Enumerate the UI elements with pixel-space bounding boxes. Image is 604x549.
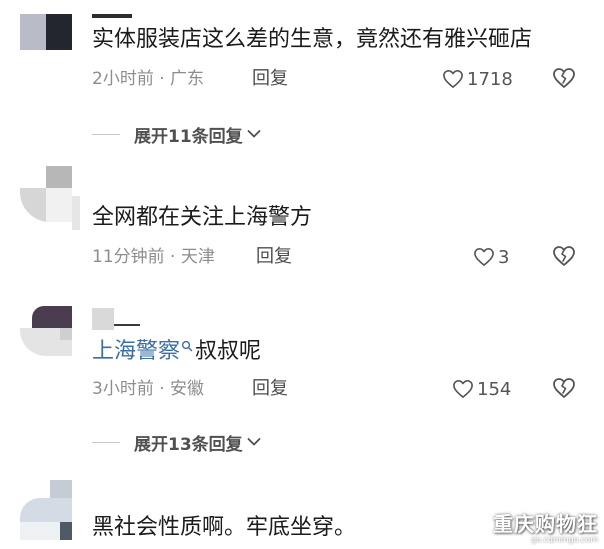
reply-button[interactable]: 回复 bbox=[256, 246, 292, 268]
like-button[interactable]: 3 bbox=[473, 244, 509, 270]
chevron-down-icon bbox=[247, 130, 261, 138]
like-count: 1718 bbox=[467, 68, 513, 90]
comment-text: 全网都在关注上海警方 bbox=[92, 205, 313, 230]
expand-divider bbox=[92, 133, 120, 135]
like-button[interactable]: 1718 bbox=[442, 66, 513, 92]
comment-item: 实体服装店这么差的生意，竟然还有雅兴砸店 2小时前 · 广东 回复 1718 展… bbox=[0, 0, 604, 160]
heart-outline-icon bbox=[443, 70, 463, 88]
dislike-button[interactable] bbox=[552, 67, 576, 91]
comment-meta: 2小时前 · 广东 bbox=[92, 69, 205, 89]
expand-replies-label: 展开13条回复 bbox=[134, 434, 243, 455]
mention-link[interactable]: 上海警察 bbox=[92, 339, 180, 364]
avatar[interactable] bbox=[20, 14, 72, 50]
comment-text: 黑社会性质啊。牢底坐穿。 bbox=[92, 515, 357, 540]
username-blurred[interactable] bbox=[92, 8, 132, 24]
watermark: 重庆购物狂 go.cqmmgo.com bbox=[493, 513, 598, 545]
broken-heart-icon bbox=[553, 378, 575, 398]
comment-meta: 11分钟前 · 天津 bbox=[92, 247, 215, 267]
reply-button[interactable]: 回复 bbox=[252, 68, 288, 90]
avatar[interactable] bbox=[20, 166, 80, 230]
expand-replies-button[interactable]: 展开13条回复 bbox=[92, 430, 261, 455]
username-blurred[interactable] bbox=[92, 308, 142, 332]
heart-outline-icon bbox=[453, 380, 473, 398]
search-icon bbox=[181, 340, 193, 352]
broken-heart-icon bbox=[553, 246, 575, 266]
dislike-button[interactable] bbox=[552, 377, 576, 401]
watermark-logo-text: 重庆购物狂 bbox=[493, 512, 598, 536]
like-count: 154 bbox=[477, 378, 512, 400]
dislike-button[interactable] bbox=[552, 245, 576, 269]
heart-outline-icon bbox=[474, 248, 494, 266]
avatar[interactable] bbox=[20, 306, 72, 356]
broken-heart-icon bbox=[553, 68, 575, 88]
avatar[interactable] bbox=[20, 480, 72, 540]
comment-text: 实体服装店这么差的生意，竟然还有雅兴砸店 bbox=[92, 27, 533, 52]
comment-item: 上海警察 叔叔呢 3小时前 · 安徽 回复 154 展开13条回复 bbox=[0, 290, 604, 470]
expand-divider bbox=[92, 441, 120, 443]
like-count: 3 bbox=[498, 246, 510, 268]
comment-text-body: 叔叔呢 bbox=[195, 339, 262, 364]
like-button[interactable]: 154 bbox=[452, 376, 511, 402]
comment-text: 上海警察 叔叔呢 bbox=[92, 338, 261, 366]
reply-button[interactable]: 回复 bbox=[252, 378, 288, 400]
expand-replies-label: 展开11条回复 bbox=[134, 126, 243, 147]
chevron-down-icon bbox=[247, 438, 261, 446]
comment-meta: 3小时前 · 安徽 bbox=[92, 379, 205, 399]
watermark-url: go.cqmmgo.com bbox=[531, 535, 598, 544]
expand-replies-button[interactable]: 展开11条回复 bbox=[92, 122, 261, 147]
comment-item: 全网都在关注上海警方 11分钟前 · 天津 回复 3 bbox=[0, 160, 604, 290]
